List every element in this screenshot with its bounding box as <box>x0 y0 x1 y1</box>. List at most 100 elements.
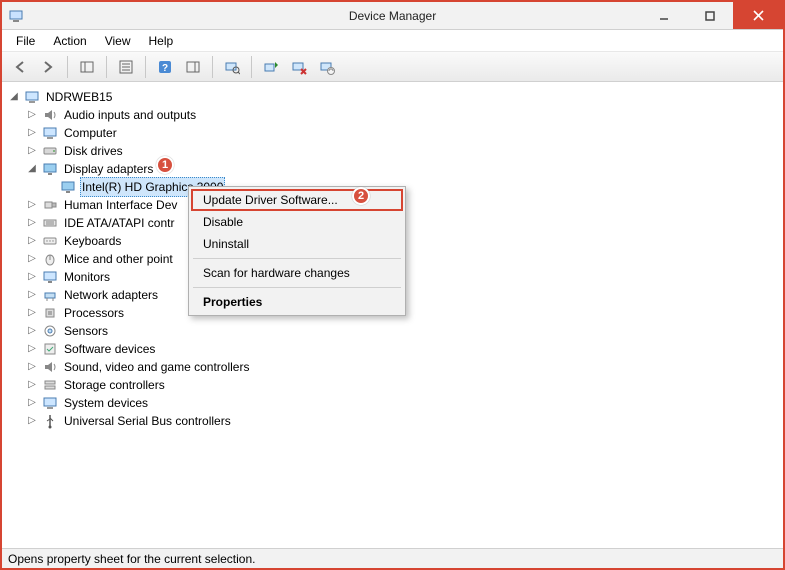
svg-text:?: ? <box>162 63 168 74</box>
show-hide-console-tree-button[interactable] <box>75 55 99 79</box>
tree-item-storage[interactable]: ▷ Storage controllers <box>8 376 783 394</box>
tree-item-usb[interactable]: ▷ Universal Serial Bus controllers <box>8 412 783 430</box>
tree-label: Mice and other point <box>62 250 175 268</box>
scan-hardware-button[interactable] <box>220 55 244 79</box>
tree-item-audio[interactable]: ▷ Audio inputs and outputs <box>8 106 783 124</box>
expand-icon[interactable]: ▷ <box>26 379 38 391</box>
expand-icon[interactable]: ▷ <box>26 127 38 139</box>
expand-icon[interactable]: ▷ <box>26 217 38 229</box>
tree-label: Network adapters <box>62 286 160 304</box>
expand-icon[interactable]: ▷ <box>26 253 38 265</box>
expand-icon[interactable]: ▷ <box>26 289 38 301</box>
cm-disable[interactable]: Disable <box>191 211 403 233</box>
cm-update-driver[interactable]: Update Driver Software... <box>191 189 403 211</box>
computer-icon <box>42 125 58 141</box>
mouse-icon <box>42 251 58 267</box>
tree-item-display[interactable]: ◢ Display adapters <box>8 160 783 178</box>
hid-icon <box>42 197 58 213</box>
title-bar: Device Manager <box>2 2 783 30</box>
tree-label: Disk drives <box>62 142 125 160</box>
expand-icon[interactable]: ▷ <box>26 361 38 373</box>
cm-scan[interactable]: Scan for hardware changes <box>191 262 403 284</box>
storage-icon <box>42 377 58 393</box>
processor-icon <box>42 305 58 321</box>
back-button[interactable] <box>8 55 32 79</box>
status-text: Opens property sheet for the current sel… <box>8 552 255 566</box>
tree-item-disk[interactable]: ▷ Disk drives <box>8 142 783 160</box>
usb-icon <box>42 413 58 429</box>
tree-item-system[interactable]: ▷ System devices <box>8 394 783 412</box>
tree-item-software[interactable]: ▷ Software devices <box>8 340 783 358</box>
toolbar-separator <box>212 56 213 78</box>
display-icon <box>60 179 76 195</box>
disk-icon <box>42 143 58 159</box>
disable-button[interactable] <box>315 55 339 79</box>
tree-label: Processors <box>62 304 126 322</box>
network-icon <box>42 287 58 303</box>
tree-label: IDE ATA/ATAPI contr <box>62 214 176 232</box>
display-icon <box>42 161 58 177</box>
tree-label: Computer <box>62 124 119 142</box>
expand-icon[interactable]: ▷ <box>26 145 38 157</box>
menu-bar: File Action View Help <box>2 30 783 52</box>
expand-icon[interactable]: ▷ <box>26 109 38 121</box>
software-icon <box>42 341 58 357</box>
expand-icon[interactable]: ▷ <box>26 343 38 355</box>
tree-label: Software devices <box>62 340 157 358</box>
context-menu: Update Driver Software... Disable Uninst… <box>188 186 406 316</box>
action-pane-button[interactable] <box>181 55 205 79</box>
expand-icon[interactable]: ▷ <box>26 415 38 427</box>
status-bar: Opens property sheet for the current sel… <box>2 548 783 568</box>
tree-root[interactable]: ◢ NDRWEB15 <box>8 88 783 106</box>
tree-item-sound[interactable]: ▷ Sound, video and game controllers <box>8 358 783 376</box>
menu-file[interactable]: File <box>8 32 43 50</box>
cm-uninstall[interactable]: Uninstall <box>191 233 403 255</box>
window-title: Device Manager <box>2 9 783 23</box>
toolbar: ? <box>2 52 783 82</box>
collapse-icon[interactable]: ◢ <box>26 163 38 175</box>
expand-icon[interactable]: ▷ <box>26 397 38 409</box>
tree-label: Monitors <box>62 268 112 286</box>
monitor-icon <box>42 269 58 285</box>
menu-view[interactable]: View <box>97 32 139 50</box>
forward-button[interactable] <box>36 55 60 79</box>
expand-icon[interactable]: ▷ <box>26 325 38 337</box>
toolbar-separator <box>67 56 68 78</box>
tree-label: Universal Serial Bus controllers <box>62 412 233 430</box>
tree-root-label: NDRWEB15 <box>44 88 114 106</box>
speaker-icon <box>42 107 58 123</box>
cm-properties[interactable]: Properties <box>191 291 403 313</box>
toolbar-separator <box>106 56 107 78</box>
expand-icon[interactable]: ▷ <box>26 235 38 247</box>
tree-item-computer[interactable]: ▷ Computer <box>8 124 783 142</box>
keyboard-icon <box>42 233 58 249</box>
annotation-1: 1 <box>156 156 174 174</box>
toolbar-separator <box>251 56 252 78</box>
uninstall-button[interactable] <box>287 55 311 79</box>
expand-icon[interactable]: ▷ <box>26 307 38 319</box>
tree-label: System devices <box>62 394 150 412</box>
context-separator <box>193 287 401 288</box>
computer-root-icon <box>24 89 40 105</box>
speaker-icon <box>42 359 58 375</box>
toolbar-separator <box>145 56 146 78</box>
update-driver-button[interactable] <box>259 55 283 79</box>
tree-label: Display adapters <box>62 160 155 178</box>
help-button[interactable]: ? <box>153 55 177 79</box>
tree-label: Human Interface Dev <box>62 196 179 214</box>
context-separator <box>193 258 401 259</box>
collapse-icon[interactable]: ◢ <box>8 91 20 103</box>
tree-label: Storage controllers <box>62 376 167 394</box>
menu-action[interactable]: Action <box>45 32 94 50</box>
system-icon <box>42 395 58 411</box>
menu-help[interactable]: Help <box>141 32 182 50</box>
sensor-icon <box>42 323 58 339</box>
expand-icon[interactable]: ▷ <box>26 271 38 283</box>
tree-label: Sensors <box>62 322 110 340</box>
tree-item-sensors[interactable]: ▷ Sensors <box>8 322 783 340</box>
tree-label: Sound, video and game controllers <box>62 358 251 376</box>
annotation-2: 2 <box>352 187 370 205</box>
properties-button[interactable] <box>114 55 138 79</box>
tree-label: Keyboards <box>62 232 123 250</box>
expand-icon[interactable]: ▷ <box>26 199 38 211</box>
